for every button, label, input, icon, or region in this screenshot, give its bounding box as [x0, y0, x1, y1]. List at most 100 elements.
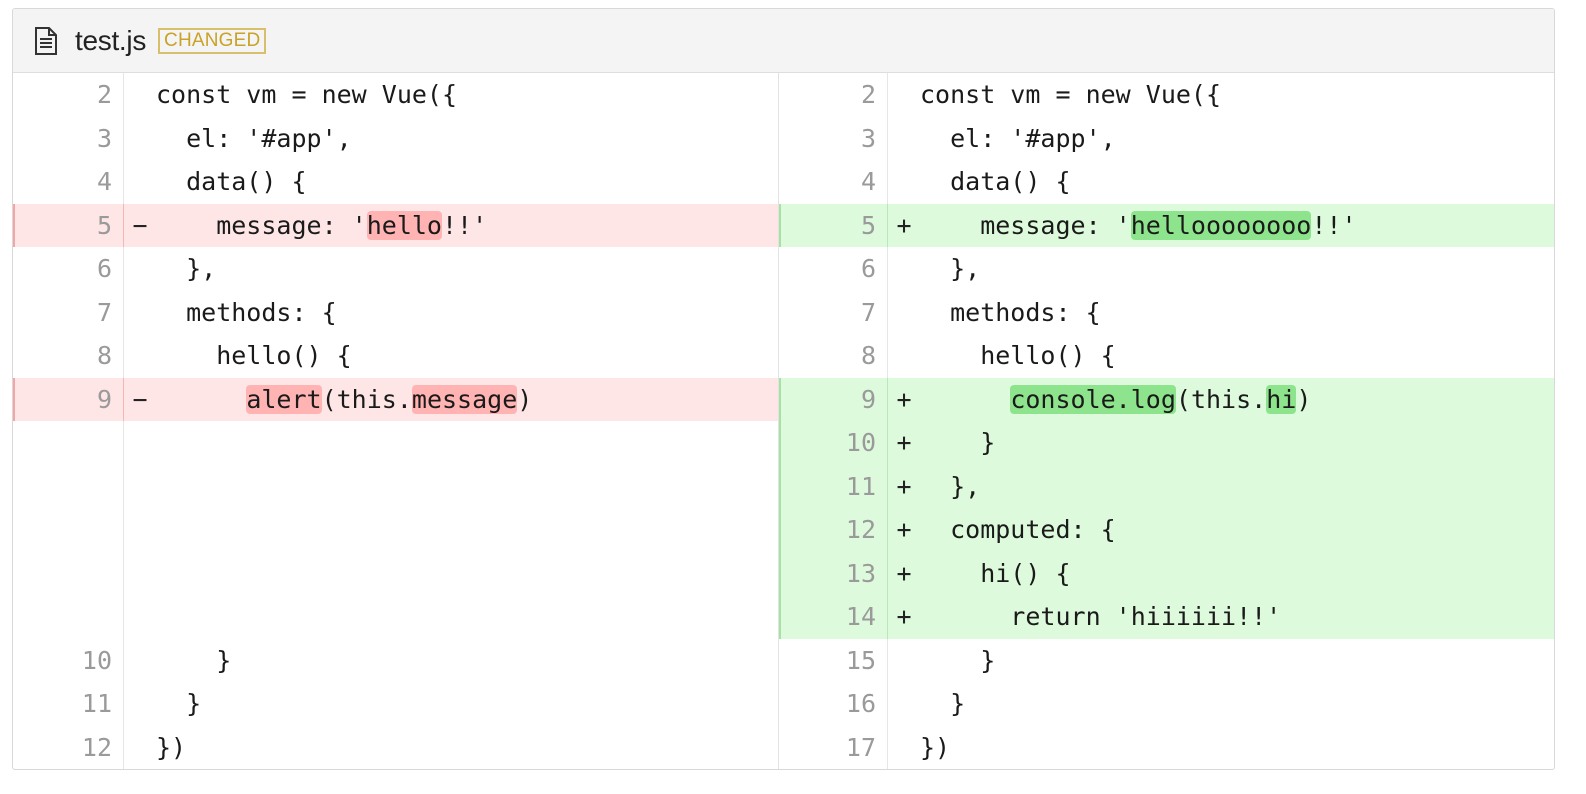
code-token: const vm = new Vue({: [920, 80, 1222, 110]
line-number[interactable]: 2: [13, 73, 124, 117]
changed-token: message: [411, 384, 518, 414]
line-number[interactable]: 6: [13, 247, 124, 291]
line-number[interactable]: 11: [779, 464, 888, 508]
code-text: }: [920, 428, 995, 457]
line-number[interactable]: [13, 551, 124, 595]
diff-line: 16 }: [779, 682, 1554, 726]
line-number[interactable]: 7: [13, 290, 124, 334]
code-token: !!': [1311, 210, 1357, 240]
changed-token: hi: [1266, 384, 1297, 414]
code-text: }: [156, 689, 201, 718]
diff-panel: test.js CHANGED 2 const vm = new Vue({ 3 e…: [12, 8, 1555, 770]
code-token: },: [920, 471, 981, 501]
line-number[interactable]: 16: [779, 682, 888, 726]
line-number[interactable]: 8: [779, 334, 888, 378]
code-token: computed: {: [920, 515, 1116, 545]
code-token: return 'hiiiiii!!': [920, 602, 1282, 632]
diff-line: 17}): [779, 725, 1554, 769]
diff-sign: +: [896, 602, 912, 632]
diff-line: 14 + return 'hiiiiii!!': [779, 595, 1554, 639]
line-number[interactable]: [13, 464, 124, 508]
file-name[interactable]: test.js: [75, 25, 146, 57]
changed-token: console.log: [1010, 384, 1176, 414]
code-token: },: [920, 254, 981, 284]
code-token: }: [920, 645, 996, 675]
code-text: }: [920, 646, 995, 675]
line-number[interactable]: 15: [779, 638, 888, 682]
diff-line: 15 }: [779, 638, 1554, 682]
line-number[interactable]: 4: [779, 160, 888, 204]
line-number[interactable]: 5: [779, 203, 888, 247]
diff-line: [13, 508, 778, 552]
line-number[interactable]: 12: [779, 508, 888, 552]
diff-line: 10 + }: [779, 421, 1554, 465]
diff-line: 4 data() {: [779, 160, 1554, 204]
line-number[interactable]: 10: [13, 638, 124, 682]
diff-line: 12}): [13, 725, 778, 769]
code-token: el: '#app',: [920, 123, 1116, 153]
diff-line: 9 + console.log(this.hi): [779, 377, 1554, 421]
line-number[interactable]: [13, 595, 124, 639]
code-text: const vm = new Vue({: [156, 80, 457, 109]
code-token: data() {: [920, 167, 1071, 197]
diff-sign: +: [896, 428, 912, 458]
diff-line: 9− alert(this.message): [13, 377, 778, 421]
line-number[interactable]: 17: [779, 725, 888, 769]
line-number[interactable]: 7: [779, 290, 888, 334]
code-text: console.log(this.hi): [920, 384, 1311, 414]
line-number[interactable]: 14: [779, 595, 888, 639]
line-number[interactable]: 4: [13, 160, 124, 204]
code-token: hi() {: [920, 558, 1071, 588]
code-text: data() {: [156, 167, 306, 196]
code-token: (this.: [1175, 384, 1267, 414]
code-text: }: [920, 689, 965, 718]
diff-line: 13 + hi() {: [779, 551, 1554, 595]
file-text-icon: [33, 26, 59, 56]
diff-line: [13, 464, 778, 508]
line-number[interactable]: [13, 421, 124, 465]
diff-sign: +: [896, 210, 912, 240]
code-token: (this.: [321, 384, 412, 414]
diff-line: 11 + },: [779, 464, 1554, 508]
code-token: ): [517, 384, 533, 414]
code-text: },: [920, 472, 980, 501]
line-number[interactable]: 5: [13, 203, 124, 247]
code-token: },: [156, 254, 217, 284]
code-token: }: [156, 689, 202, 719]
code-token: }: [920, 689, 966, 719]
line-number[interactable]: 11: [13, 682, 124, 726]
diff-line: 3 el: '#app',: [779, 116, 1554, 160]
code-text: hello() {: [920, 341, 1115, 370]
line-number[interactable]: 10: [779, 421, 888, 465]
diff-sign: +: [896, 558, 912, 588]
code-token: el: '#app',: [156, 123, 352, 153]
old-version-pane: 2 const vm = new Vue({3 el: '#app', 4 data…: [13, 73, 779, 769]
status-badge: CHANGED: [158, 27, 267, 54]
diff-line: 3 el: '#app',: [13, 116, 778, 160]
diff-line: [13, 595, 778, 639]
line-number[interactable]: 9: [779, 377, 888, 421]
code-token: }): [156, 732, 187, 762]
line-number[interactable]: 3: [779, 116, 888, 160]
new-version-pane: 2 const vm = new Vue({3 el: '#app', 4 data…: [779, 73, 1554, 769]
diff-line: 2 const vm = new Vue({: [13, 73, 778, 117]
line-number[interactable]: 12: [13, 725, 124, 769]
changed-token: helloooooooo: [1130, 210, 1312, 240]
line-number[interactable]: [13, 508, 124, 552]
code-text: }): [156, 733, 186, 762]
line-number[interactable]: 6: [779, 247, 888, 291]
diff-sign: +: [896, 384, 912, 414]
line-number[interactable]: 2: [779, 73, 888, 117]
line-number[interactable]: 8: [13, 334, 124, 378]
changed-token: hello: [366, 210, 442, 240]
line-number[interactable]: 3: [13, 116, 124, 160]
diff-sign: +: [896, 471, 912, 501]
code-token: }): [920, 732, 951, 762]
code-text: message: 'helloooooooo!!': [920, 210, 1357, 240]
code-text: return 'hiiiiii!!': [920, 602, 1281, 631]
line-number[interactable]: 13: [779, 551, 888, 595]
diff-line: 7 methods: {: [13, 290, 778, 334]
code-text: hi() {: [920, 558, 1071, 588]
line-number[interactable]: 9: [13, 377, 124, 421]
